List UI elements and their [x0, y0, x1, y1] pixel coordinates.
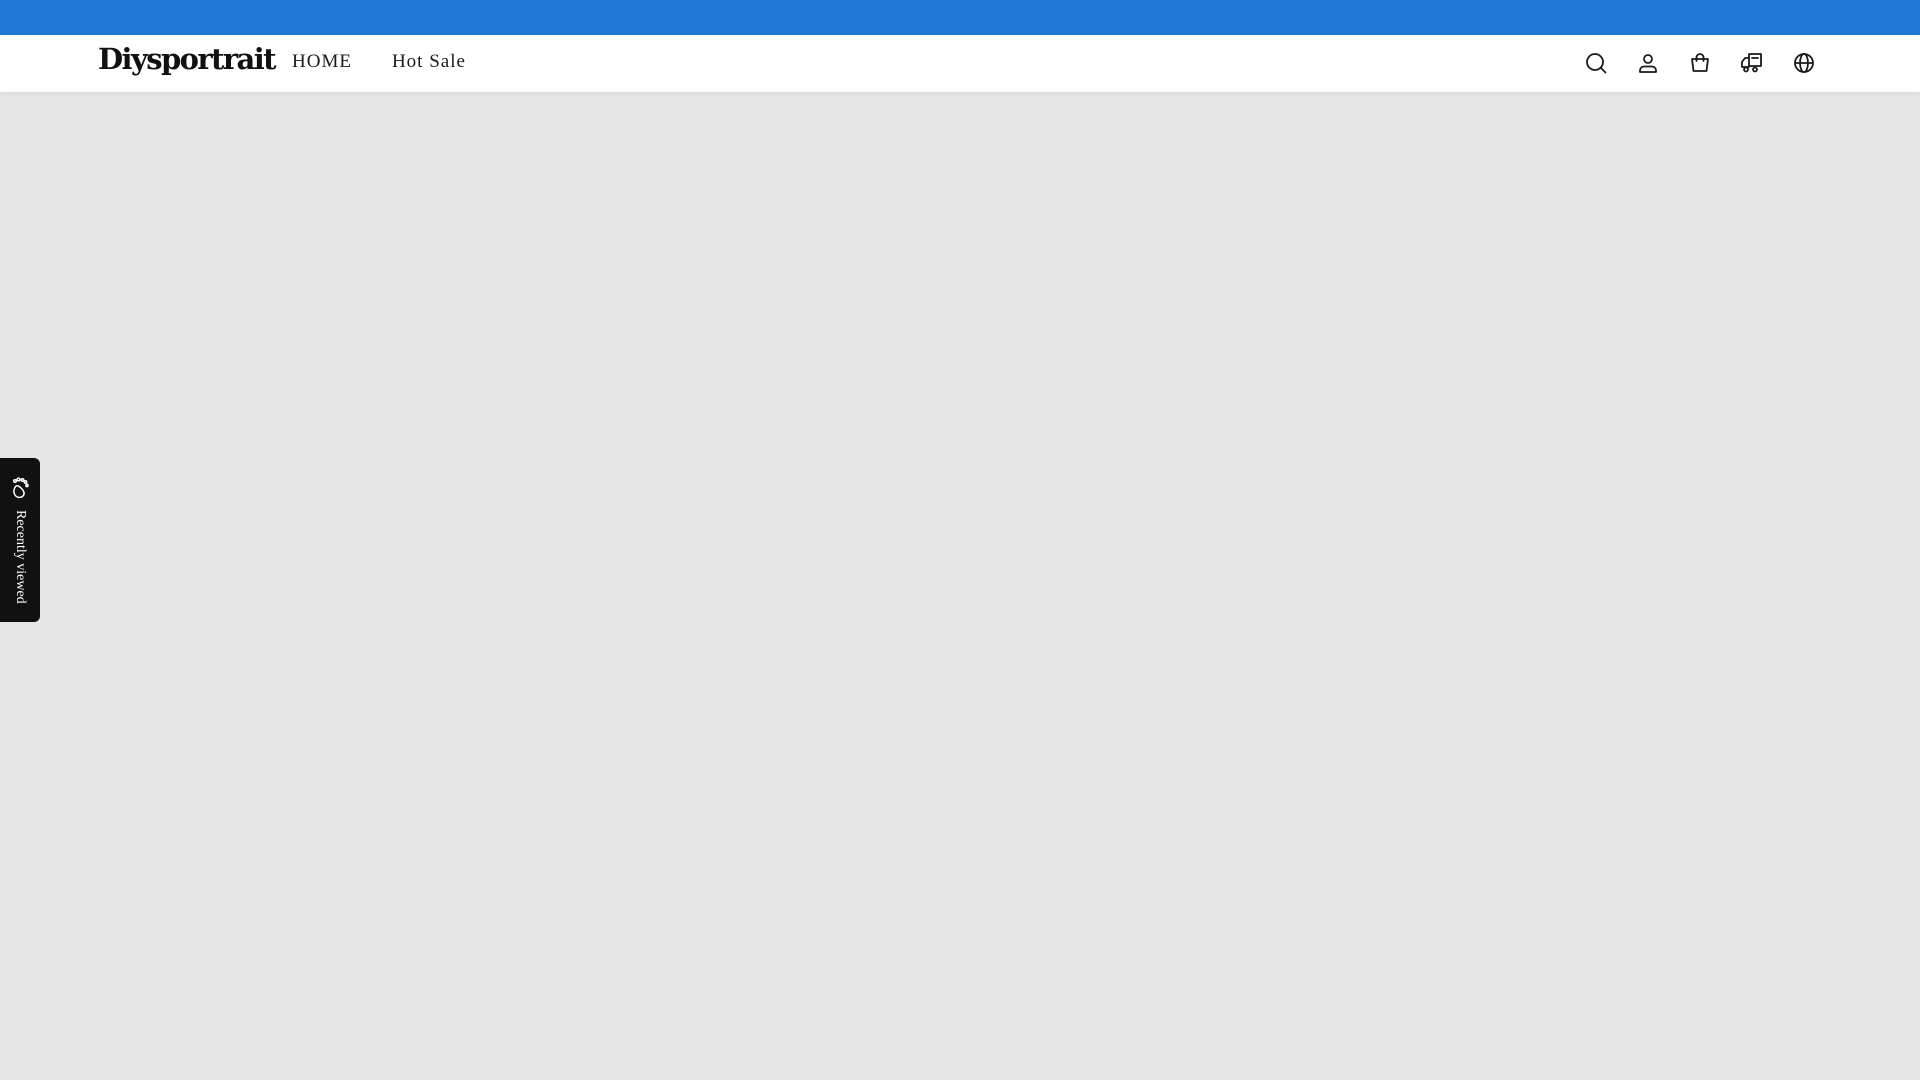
header-icons: [1578, 45, 1822, 81]
main-content-area: [0, 92, 1920, 1080]
cart-icon: [1691, 53, 1709, 72]
order-tracking-button[interactable]: [1734, 45, 1770, 81]
search-icon: [1586, 53, 1607, 74]
site-header: Diysportrait HOME Hot Sale: [0, 35, 1920, 92]
cart-button[interactable]: [1682, 45, 1718, 81]
order-tracking-icon: [1741, 53, 1762, 73]
announcement-bar: [0, 0, 1920, 35]
account-icon: [1639, 54, 1657, 73]
search-button[interactable]: [1578, 45, 1614, 81]
nav-link-hot-sale[interactable]: Hot Sale: [392, 50, 466, 75]
recently-viewed-tab[interactable]: Recently viewed: [0, 458, 40, 622]
site-logo[interactable]: Diysportrait: [98, 41, 277, 79]
recently-viewed-label: Recently viewed: [13, 510, 28, 604]
language-icon: [1794, 53, 1814, 73]
account-button[interactable]: [1630, 45, 1666, 81]
main-nav: HOME Hot Sale: [292, 50, 466, 75]
nav-link-home[interactable]: HOME: [292, 50, 352, 75]
footprint-icon: [10, 476, 30, 500]
language-button[interactable]: [1786, 45, 1822, 81]
